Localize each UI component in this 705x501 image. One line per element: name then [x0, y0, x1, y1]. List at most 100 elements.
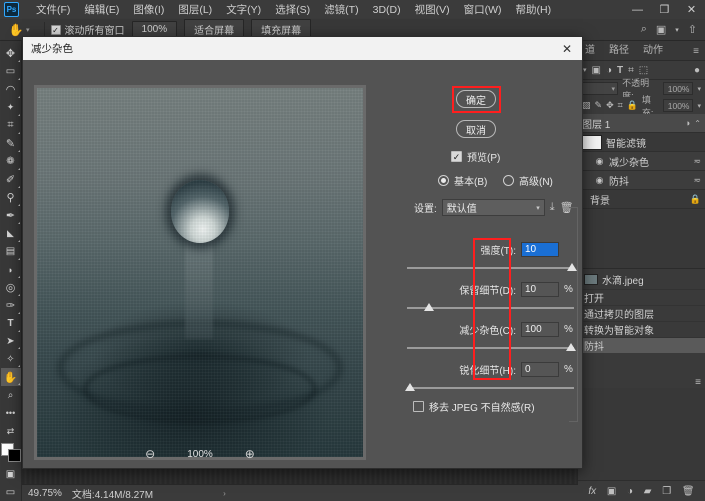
chevron-down-icon[interactable]: ▾: [675, 26, 679, 34]
blend-mode-select[interactable]: ▾: [582, 82, 619, 95]
slider-thumb[interactable]: [424, 303, 434, 311]
lock-position-icon[interactable]: ✥: [606, 100, 614, 111]
fx-icon[interactable]: fx: [588, 486, 596, 497]
panel-menu-icon[interactable]: ≡: [687, 43, 705, 60]
menu-edit[interactable]: 编辑(E): [77, 0, 126, 19]
chevron-up-icon[interactable]: ⌃: [694, 119, 701, 128]
smart-filter-mask-thumbnail[interactable]: [582, 134, 602, 150]
layer-row-background[interactable]: 背景 🔒: [578, 190, 705, 209]
lock-artboard-icon[interactable]: ⌗: [618, 100, 623, 111]
smart-filter-row-shake-reduction[interactable]: ◉ 防抖 ≂: [578, 171, 705, 190]
cancel-button[interactable]: 取消: [456, 120, 496, 138]
quick-mask-icon[interactable]: ▣: [1, 465, 21, 483]
eraser-tool[interactable]: ◣: [1, 225, 21, 243]
slider-thumb[interactable]: [566, 343, 576, 351]
menu-view[interactable]: 视图(V): [408, 0, 457, 19]
menu-select[interactable]: 选择(S): [268, 0, 317, 19]
image-filter-icon[interactable]: ▣: [592, 65, 601, 76]
opacity-value[interactable]: 100%: [663, 82, 694, 95]
healing-brush-tool[interactable]: ❁: [1, 153, 21, 171]
mode-radio-basic[interactable]: 基本(B): [438, 173, 487, 188]
close-icon[interactable]: ✕: [556, 39, 578, 58]
color-swatches[interactable]: [0, 443, 21, 463]
smart-filter-icon[interactable]: ⬚: [639, 65, 648, 76]
menu-file[interactable]: 文件(F): [29, 0, 77, 19]
minimize-button[interactable]: —: [624, 0, 651, 19]
layer-row-layer1[interactable]: 图层 1 ◑ ⌃: [578, 114, 705, 133]
history-item-convert-smart-object[interactable]: 转换为智能对象: [578, 321, 705, 337]
preserve-details-input[interactable]: 10: [521, 282, 559, 297]
mode-radio-advanced[interactable]: 高级(N): [503, 173, 553, 188]
slider-sharpen-details-track[interactable]: [405, 383, 574, 391]
history-source-row[interactable]: 水滴.jpeg: [578, 269, 705, 289]
chevron-down-icon[interactable]: ▾: [26, 26, 30, 34]
remove-jpeg-artifact-checkbox[interactable]: ✓ 移去 JPEG 不自然感(R): [413, 399, 535, 414]
path-selection-tool[interactable]: ➤: [1, 333, 21, 351]
menu-filter[interactable]: 滤镜(T): [317, 0, 365, 19]
toggle-filters-icon[interactable]: ●: [694, 65, 700, 76]
adjustment-icon[interactable]: ◑: [627, 486, 633, 497]
menu-3d[interactable]: 3D(D): [366, 2, 408, 18]
preview-area[interactable]: [34, 85, 366, 460]
type-filter-icon[interactable]: T: [617, 65, 623, 76]
hand-tool[interactable]: ✋: [0, 368, 21, 387]
status-chevron-icon[interactable]: ›: [223, 489, 226, 498]
type-tool[interactable]: T: [1, 315, 21, 333]
lock-all-icon[interactable]: 🔒: [627, 100, 638, 111]
history-item-layer-via-copy[interactable]: 通过拷贝的图层: [578, 305, 705, 321]
mask-icon[interactable]: ▣: [607, 486, 616, 497]
history-panel-menu-icon[interactable]: ≡: [695, 377, 701, 388]
fill-value[interactable]: 100%: [663, 99, 694, 112]
gradient-tool[interactable]: ▤: [1, 243, 21, 261]
zoom-tool[interactable]: ⌕: [1, 386, 21, 404]
history-item-open[interactable]: 打开: [578, 289, 705, 305]
move-tool[interactable]: ✥: [1, 45, 21, 63]
tab-paths[interactable]: 路径: [602, 38, 636, 60]
menu-type[interactable]: 文字(Y): [219, 0, 268, 19]
shape-filter-icon[interactable]: ⌗: [628, 65, 634, 76]
search-icon[interactable]: ⌕: [641, 23, 647, 36]
settings-select[interactable]: 默认值 ▾: [441, 199, 545, 216]
save-preset-icon[interactable]: ⤓: [550, 201, 555, 214]
lasso-tool[interactable]: ◠: [1, 81, 21, 99]
lock-image-icon[interactable]: ✎: [595, 100, 603, 111]
share-icon[interactable]: ⇧: [688, 23, 697, 36]
history-item-shake-reduction[interactable]: 防抖: [578, 337, 705, 353]
restore-button[interactable]: ❐: [651, 0, 678, 19]
preview-checkbox[interactable]: ✓ 预览(P): [451, 149, 500, 164]
more-tools-icon[interactable]: •••: [1, 404, 21, 422]
magic-wand-tool[interactable]: ✦: [1, 99, 21, 117]
shape-tool[interactable]: ✧: [1, 350, 21, 368]
zoom-in-icon[interactable]: ⊕: [245, 447, 255, 461]
eye-icon[interactable]: ◉: [594, 156, 605, 167]
screen-mode-icon[interactable]: ▭: [1, 483, 21, 501]
brush-tool[interactable]: ✐: [1, 171, 21, 189]
slider-thumb[interactable]: [567, 263, 577, 271]
menu-image[interactable]: 图像(I): [126, 0, 171, 19]
sharpen-details-input[interactable]: 0: [521, 362, 559, 377]
smart-filter-row-reduce-noise[interactable]: ◉ 减少杂色 ≂: [578, 152, 705, 171]
new-layer-icon[interactable]: ❐: [662, 486, 671, 497]
eyedropper-tool[interactable]: ✎: [1, 135, 21, 153]
scroll-all-windows-checkbox[interactable]: ✓ 滚动所有窗口: [50, 22, 125, 37]
lock-transparent-icon[interactable]: ▨: [582, 100, 591, 111]
filter-options-icon[interactable]: ≂: [693, 175, 701, 186]
edit-toolbar-icon[interactable]: ⇄: [1, 422, 21, 440]
dodge-tool[interactable]: ◎: [1, 279, 21, 297]
chevron-down-icon[interactable]: ▾: [697, 85, 701, 93]
strength-input[interactable]: 10: [521, 242, 559, 257]
delete-layer-icon[interactable]: 🗑: [682, 486, 695, 497]
reduce-color-noise-input[interactable]: 100: [521, 322, 559, 337]
group-icon[interactable]: ▰: [644, 486, 652, 497]
preview-image[interactable]: [37, 88, 363, 457]
marquee-tool[interactable]: ▭: [1, 63, 21, 81]
tab-actions[interactable]: 动作: [636, 38, 670, 60]
chevron-down-icon[interactable]: ▾: [697, 102, 701, 110]
zoom-level-field[interactable]: 49.75%: [22, 488, 72, 499]
menu-window[interactable]: 窗口(W): [457, 0, 509, 19]
slider-thumb[interactable]: [405, 383, 415, 391]
close-button[interactable]: ✕: [678, 0, 705, 19]
menu-help[interactable]: 帮助(H): [509, 0, 559, 19]
clone-stamp-tool[interactable]: ⚲: [1, 189, 21, 207]
pen-tool[interactable]: ✑: [1, 297, 21, 315]
